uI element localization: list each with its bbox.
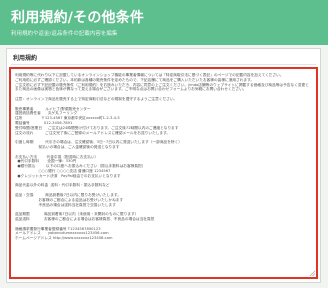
page-title: 利用規約/その他条件 xyxy=(11,10,145,26)
panel-divider xyxy=(11,64,316,65)
terms-editor[interactable]: 利用規約等に代わり以下に記載しているオンラインショップ機能の事業者情報については… xyxy=(9,67,318,279)
panel-title: 利用規約 xyxy=(13,55,38,62)
page-header: 利用規約/その他条件 利用規約や返金/返品条件の記載内容を編集 xyxy=(0,0,328,45)
terms-text[interactable]: 利用規約等に代わり以下に記載しているオンラインショップ機能の事業者情報については… xyxy=(15,73,309,275)
resize-handle-icon[interactable] xyxy=(309,270,315,276)
terms-panel: 利用規約 利用規約等に代わり以下に記載しているオンラインショップ機能の事業者情報… xyxy=(6,48,321,283)
page-subtitle: 利用規約や返金/返品条件の記載内容を編集 xyxy=(11,31,118,37)
